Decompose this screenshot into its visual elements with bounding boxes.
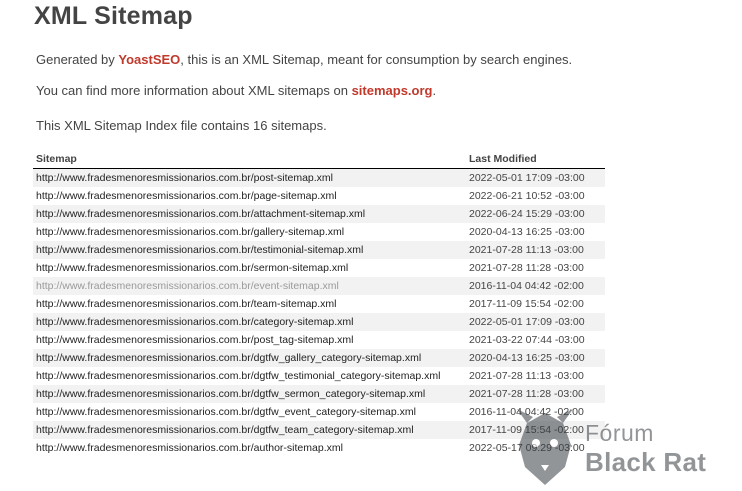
more-info-text: You can find more information about XML … xyxy=(36,83,436,98)
sitemap-link[interactable]: http://www.fradesmenoresmissionarios.com… xyxy=(36,316,353,328)
sitemap-link[interactable]: http://www.fradesmenoresmissionarios.com… xyxy=(36,352,421,364)
sitemap-url-cell: http://www.fradesmenoresmissionarios.com… xyxy=(33,205,466,223)
table-row: http://www.fradesmenoresmissionarios.com… xyxy=(33,223,605,241)
last-modified-cell: 2017-11-09 15:54 -02:00 xyxy=(466,421,605,439)
sitemap-page: XML Sitemap Generated by YoastSEO, this … xyxy=(0,0,742,491)
page-title: XML Sitemap xyxy=(34,2,193,30)
generated-prefix: Generated by xyxy=(36,52,119,67)
last-modified-cell: 2022-05-01 17:09 -03:00 xyxy=(466,168,605,187)
sitemap-url-cell: http://www.fradesmenoresmissionarios.com… xyxy=(33,313,466,331)
last-modified-cell: 2020-04-13 16:25 -03:00 xyxy=(466,349,605,367)
table-row: http://www.fradesmenoresmissionarios.com… xyxy=(33,313,605,331)
sitemap-link[interactable]: http://www.fradesmenoresmissionarios.com… xyxy=(36,190,337,202)
sitemap-link[interactable]: http://www.fradesmenoresmissionarios.com… xyxy=(36,244,363,256)
last-modified-cell: 2022-06-24 15:29 -03:00 xyxy=(466,205,605,223)
table-row: http://www.fradesmenoresmissionarios.com… xyxy=(33,439,605,457)
last-modified-cell: 2021-07-28 11:28 -03:00 xyxy=(466,385,605,403)
sitemap-link[interactable]: http://www.fradesmenoresmissionarios.com… xyxy=(36,334,353,346)
last-modified-cell: 2021-07-28 11:28 -03:00 xyxy=(469,262,584,274)
table-row: http://www.fradesmenoresmissionarios.com… xyxy=(33,187,605,205)
last-modified-cell: 2016-11-04 04:42 -02:00 xyxy=(469,406,584,418)
sitemap-url-cell: http://www.fradesmenoresmissionarios.com… xyxy=(33,168,466,187)
sitemap-url-cell: http://www.fradesmenoresmissionarios.com… xyxy=(33,223,466,241)
info-suffix: . xyxy=(432,83,437,98)
sitemap-link[interactable]: http://www.fradesmenoresmissionarios.com… xyxy=(36,280,339,292)
sitemap-url-cell: http://www.fradesmenoresmissionarios.com… xyxy=(33,349,466,367)
table-row: http://www.fradesmenoresmissionarios.com… xyxy=(33,241,605,259)
sitemap-link[interactable]: http://www.fradesmenoresmissionarios.com… xyxy=(36,388,425,400)
sitemap-url-cell: http://www.fradesmenoresmissionarios.com… xyxy=(33,403,466,421)
last-modified-cell: 2017-11-09 15:54 -02:00 xyxy=(469,298,584,310)
sitemap-url-cell: http://www.fradesmenoresmissionarios.com… xyxy=(33,259,466,277)
last-modified-cell: 2022-06-21 10:52 -03:00 xyxy=(469,190,585,202)
table-row: http://www.fradesmenoresmissionarios.com… xyxy=(33,331,605,349)
table-row: http://www.fradesmenoresmissionarios.com… xyxy=(33,367,605,385)
table-row: http://www.fradesmenoresmissionarios.com… xyxy=(33,385,605,403)
last-modified-cell: 2021-07-28 11:13 -03:00 xyxy=(469,370,584,382)
sitemap-count-text: This XML Sitemap Index file contains 16 … xyxy=(36,118,327,133)
last-modified-cell: 2021-03-22 07:44 -03:00 xyxy=(469,334,585,346)
last-modified-cell: 2020-04-13 16:25 -03:00 xyxy=(469,226,585,238)
sitemap-link[interactable]: http://www.fradesmenoresmissionarios.com… xyxy=(36,208,365,220)
sitemap-link[interactable]: http://www.fradesmenoresmissionarios.com… xyxy=(36,424,414,436)
table-row: http://www.fradesmenoresmissionarios.com… xyxy=(33,205,605,223)
sitemap-url-cell: http://www.fradesmenoresmissionarios.com… xyxy=(33,331,466,349)
sitemap-column-header: Sitemap xyxy=(33,150,466,169)
sitemap-url-cell: http://www.fradesmenoresmissionarios.com… xyxy=(33,277,466,295)
sitemap-table: Sitemap Last Modified http://www.fradesm… xyxy=(33,150,605,457)
sitemaps-org-link[interactable]: sitemaps.org xyxy=(352,83,433,98)
sitemap-url-cell: http://www.fradesmenoresmissionarios.com… xyxy=(33,241,466,259)
table-header-row: Sitemap Last Modified xyxy=(33,150,605,169)
table-row: http://www.fradesmenoresmissionarios.com… xyxy=(33,403,605,421)
last-modified-cell: 2022-05-01 17:09 -03:00 xyxy=(466,313,605,331)
sitemap-link[interactable]: http://www.fradesmenoresmissionarios.com… xyxy=(36,226,344,238)
table-row: http://www.fradesmenoresmissionarios.com… xyxy=(33,277,605,295)
sitemap-link[interactable]: http://www.fradesmenoresmissionarios.com… xyxy=(36,172,333,184)
sitemap-link[interactable]: http://www.fradesmenoresmissionarios.com… xyxy=(36,262,348,274)
last-modified-cell: 2021-07-28 11:13 -03:00 xyxy=(466,241,605,259)
sitemap-link[interactable]: http://www.fradesmenoresmissionarios.com… xyxy=(36,298,337,310)
last-modified-column-header: Last Modified xyxy=(466,150,605,169)
generated-by-text: Generated by YoastSEO, this is an XML Si… xyxy=(36,52,572,67)
table-row: http://www.fradesmenoresmissionarios.com… xyxy=(33,295,605,313)
sitemap-url-cell: http://www.fradesmenoresmissionarios.com… xyxy=(33,367,466,385)
sitemap-url-cell: http://www.fradesmenoresmissionarios.com… xyxy=(33,187,466,205)
sitemap-url-cell: http://www.fradesmenoresmissionarios.com… xyxy=(33,385,466,403)
table-row: http://www.fradesmenoresmissionarios.com… xyxy=(33,349,605,367)
table-row: http://www.fradesmenoresmissionarios.com… xyxy=(33,259,605,277)
yoastseo-link[interactable]: YoastSEO xyxy=(118,52,180,67)
sitemap-url-cell: http://www.fradesmenoresmissionarios.com… xyxy=(33,295,466,313)
last-modified-cell: 2022-05-17 09:29 -03:00 xyxy=(469,442,585,454)
sitemap-link[interactable]: http://www.fradesmenoresmissionarios.com… xyxy=(36,406,416,418)
table-row: http://www.fradesmenoresmissionarios.com… xyxy=(33,421,605,439)
sitemap-url-cell: http://www.fradesmenoresmissionarios.com… xyxy=(33,421,466,439)
sitemap-link[interactable]: http://www.fradesmenoresmissionarios.com… xyxy=(36,442,343,454)
info-prefix: You can find more information about XML … xyxy=(36,83,352,98)
sitemap-url-cell: http://www.fradesmenoresmissionarios.com… xyxy=(33,439,466,457)
generated-suffix: , this is an XML Sitemap, meant for cons… xyxy=(180,52,573,67)
last-modified-cell: 2016-11-04 04:42 -02:00 xyxy=(466,277,605,295)
sitemap-link[interactable]: http://www.fradesmenoresmissionarios.com… xyxy=(36,370,440,382)
table-row: http://www.fradesmenoresmissionarios.com… xyxy=(33,168,605,187)
